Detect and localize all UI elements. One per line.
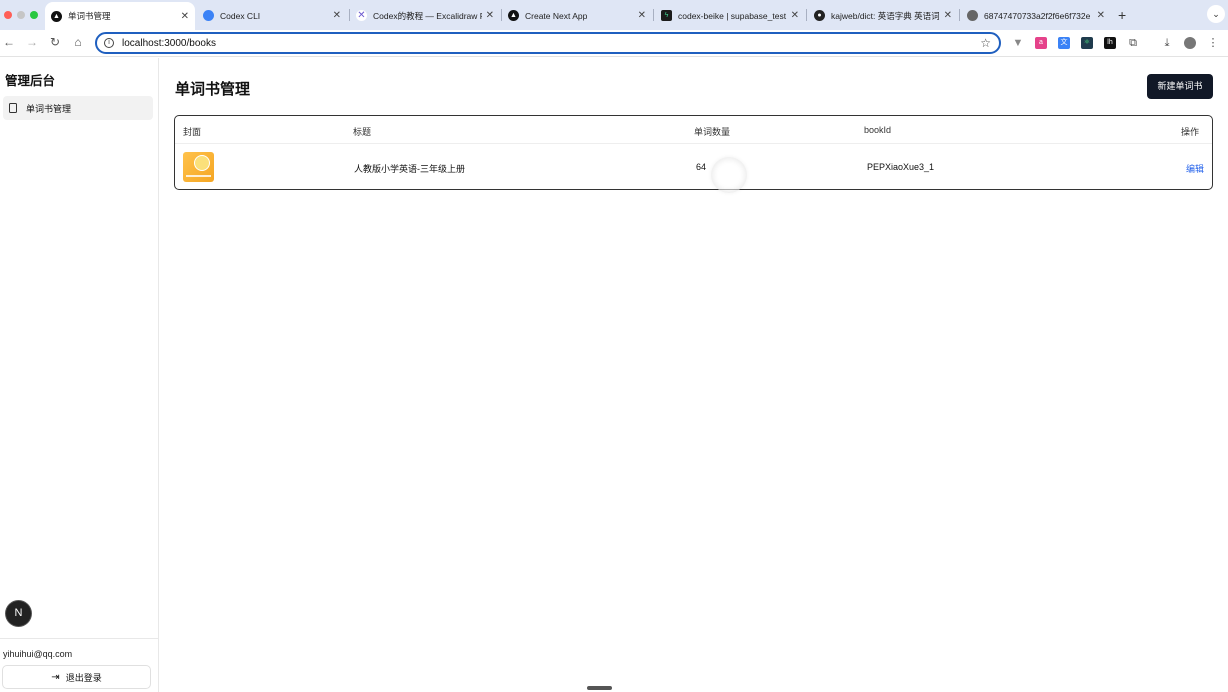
tab-supabase[interactable]: ϟ codex-beike | supabase_test ✕ <box>655 3 805 28</box>
extension-translate-icon[interactable]: 文 <box>1058 37 1070 49</box>
tab-close-icon[interactable]: ✕ <box>1097 10 1105 21</box>
extension-v-icon[interactable]: ▼ <box>1012 37 1024 49</box>
user-email: yihuihui@qq.com <box>3 649 73 659</box>
extension-pink-icon[interactable]: a <box>1035 37 1047 49</box>
sidebar: 管理后台 单词书管理 yihuihui@qq.com ⇥ 退出登录 <box>0 58 159 692</box>
tab-close-icon[interactable]: ✕ <box>944 10 952 21</box>
sidebar-item-label: 单词书管理 <box>26 103 72 114</box>
back-arrow-icon[interactable]: ← <box>2 35 16 49</box>
supabase-icon: ϟ <box>661 10 672 21</box>
tab-search-button[interactable]: ⌄ <box>1207 5 1225 23</box>
excalidraw-icon: ✕ <box>356 10 367 21</box>
book-title: 人教版小学英语-三年级上册 <box>354 164 465 174</box>
extensions-puzzle-icon[interactable]: ⧉ <box>1127 37 1139 49</box>
extension-react-icon[interactable]: ⚛ <box>1081 37 1093 49</box>
column-header-title: 标题 <box>353 127 372 137</box>
extension-lh-icon[interactable]: lh <box>1104 37 1116 49</box>
book-word-count: 64 <box>696 162 707 172</box>
logout-label: 退出登录 <box>65 672 102 683</box>
forward-arrow-icon[interactable]: → <box>25 35 39 49</box>
minimize-window-button[interactable] <box>17 11 25 19</box>
nextjs-icon: ▲ <box>51 10 62 22</box>
tab-close-icon[interactable]: ✕ <box>333 10 341 21</box>
logout-icon: ⇥ <box>51 671 60 683</box>
site-info-icon[interactable]: i <box>104 38 114 48</box>
download-icon[interactable]: ⤓ <box>1161 37 1173 49</box>
address-toolbar: ← → ↻ ⌂ i localhost:3000/books ☆ ▼ a 文 ⚛… <box>0 30 1228 57</box>
tab-separator <box>653 9 654 21</box>
column-header-word-count: 单词数量 <box>694 127 731 137</box>
sidebar-footer: yihuihui@qq.com ⇥ 退出登录 <box>0 638 159 689</box>
book-cover-image <box>183 152 214 182</box>
header-divider <box>175 143 1212 144</box>
tab-separator <box>806 9 807 21</box>
close-window-button[interactable] <box>4 11 12 19</box>
maximize-window-button[interactable] <box>30 11 38 19</box>
edit-link[interactable]: 编辑 <box>1186 162 1204 175</box>
browser-menu-icon[interactable]: ⋮ <box>1207 37 1219 49</box>
sidebar-item-books[interactable]: 单词书管理 <box>3 96 153 120</box>
tab-separator <box>959 9 960 21</box>
tab-create-next-app[interactable]: ▲ Create Next App ✕ <box>502 3 652 28</box>
nextjs-dev-badge[interactable]: N <box>6 601 31 626</box>
page-title: 单词书管理 <box>175 81 251 98</box>
tab-excalidraw[interactable]: ✕ Codex的教程 — Excalidraw Plus ✕ <box>350 3 500 28</box>
address-bar[interactable]: i localhost:3000/books ☆ <box>95 32 1001 54</box>
logout-button[interactable]: ⇥ 退出登录 <box>2 665 151 689</box>
bookmark-star-icon[interactable]: ☆ <box>980 36 991 50</box>
resize-handle[interactable] <box>587 686 612 690</box>
loading-spinner <box>711 157 747 193</box>
browser-tab-bar: ▲ 单词书管理 ✕ Codex CLI ✕ ✕ Codex的教程 — Excal… <box>0 0 1228 30</box>
tab-github-dict[interactable]: ● kajweb/dict: 英语字典 英语词库 ✕ <box>808 3 958 28</box>
globe-icon <box>203 10 214 21</box>
reload-icon[interactable]: ↻ <box>48 35 62 49</box>
tab-books[interactable]: ▲ 单词书管理 ✕ <box>45 2 195 30</box>
column-header-cover: 封面 <box>183 127 202 137</box>
new-tab-button[interactable]: + <box>1118 7 1126 23</box>
tab-close-icon[interactable]: ✕ <box>486 10 494 21</box>
tab-image[interactable]: 68747470733a2f2f6e6f732e ✕ <box>961 3 1111 28</box>
column-header-book-id: bookId <box>864 125 892 135</box>
book-icon <box>9 103 17 113</box>
book-id: PEPXiaoXue3_1 <box>867 162 935 172</box>
home-icon[interactable]: ⌂ <box>71 35 85 49</box>
column-header-actions: 操作 <box>1181 127 1200 137</box>
tab-codex-cli[interactable]: Codex CLI ✕ <box>197 3 347 28</box>
brand-title: 管理后台 <box>5 74 56 88</box>
main-content: 单词书管理 新建单词书 封面 标题 单词数量 bookId 操作 人教版小学英语… <box>160 58 1228 692</box>
globe-icon <box>967 10 978 21</box>
tab-close-icon[interactable]: ✕ <box>181 11 189 22</box>
new-book-button[interactable]: 新建单词书 <box>1147 74 1213 99</box>
tab-close-icon[interactable]: ✕ <box>791 10 799 21</box>
nextjs-icon: ▲ <box>508 10 519 21</box>
tab-close-icon[interactable]: ✕ <box>638 10 646 21</box>
profile-avatar[interactable] <box>1184 37 1196 49</box>
github-icon: ● <box>814 10 825 21</box>
url-text[interactable]: localhost:3000/books <box>122 38 216 49</box>
books-table: 封面 标题 单词数量 bookId 操作 人教版小学英语-三年级上册 64 PE… <box>174 115 1213 190</box>
